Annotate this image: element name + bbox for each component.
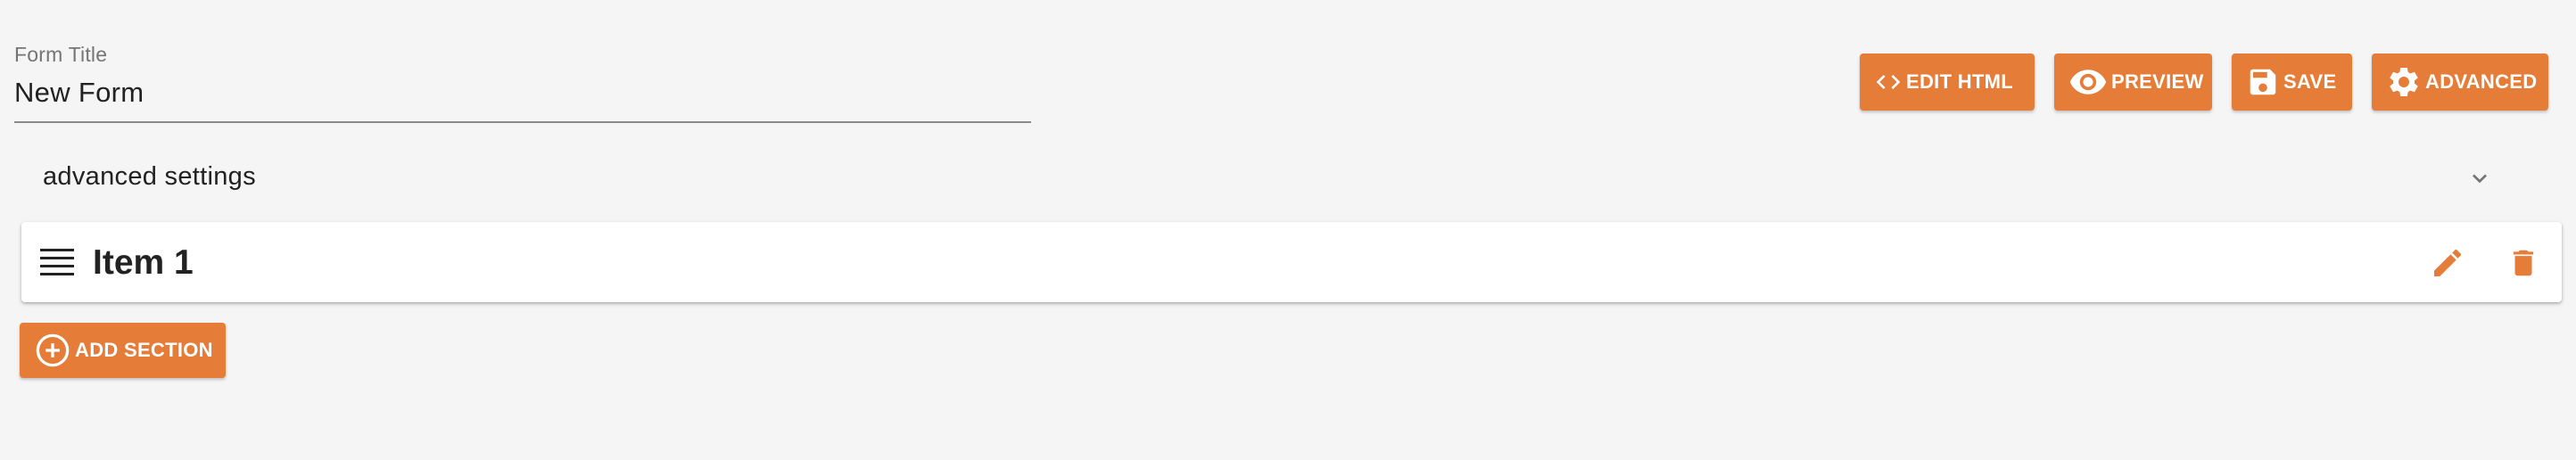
floppy-disk-icon: [2246, 65, 2280, 99]
advanced-button[interactable]: ADVANCED: [2372, 53, 2548, 111]
eye-icon: [2068, 62, 2108, 102]
add-circle-icon: [34, 332, 71, 369]
code-icon: [1874, 68, 1903, 96]
chevron-down-icon[interactable]: [2465, 164, 2494, 197]
edit-html-label: EDIT HTML: [1906, 70, 2014, 93]
advanced-settings-label: advanced settings: [43, 161, 256, 191]
drag-handle-icon[interactable]: [40, 249, 74, 280]
trash-icon[interactable]: [2506, 245, 2540, 285]
gear-icon: [2386, 64, 2422, 100]
advanced-label: ADVANCED: [2425, 70, 2538, 93]
advanced-settings-panel[interactable]: advanced settings: [14, 152, 2562, 201]
form-title-input[interactable]: New Form: [14, 77, 144, 109]
add-section-label: ADD SECTION: [75, 339, 213, 361]
toolbar: EDIT HTML PREVIEW SAVE ADVANCED: [1860, 53, 2548, 111]
form-title-label: Form Title: [14, 43, 108, 66]
edit-html-button[interactable]: EDIT HTML: [1860, 53, 2035, 111]
preview-label: PREVIEW: [2111, 70, 2204, 93]
section-title: Item 1: [93, 243, 194, 282]
preview-button[interactable]: PREVIEW: [2054, 53, 2212, 111]
save-label: SAVE: [2283, 70, 2337, 93]
form-title-field[interactable]: Form Title New Form: [14, 43, 1031, 123]
section-card: Item 1: [21, 222, 2562, 302]
save-button[interactable]: SAVE: [2232, 53, 2352, 111]
add-section-button[interactable]: ADD SECTION: [20, 323, 226, 378]
pencil-icon[interactable]: [2430, 245, 2465, 285]
